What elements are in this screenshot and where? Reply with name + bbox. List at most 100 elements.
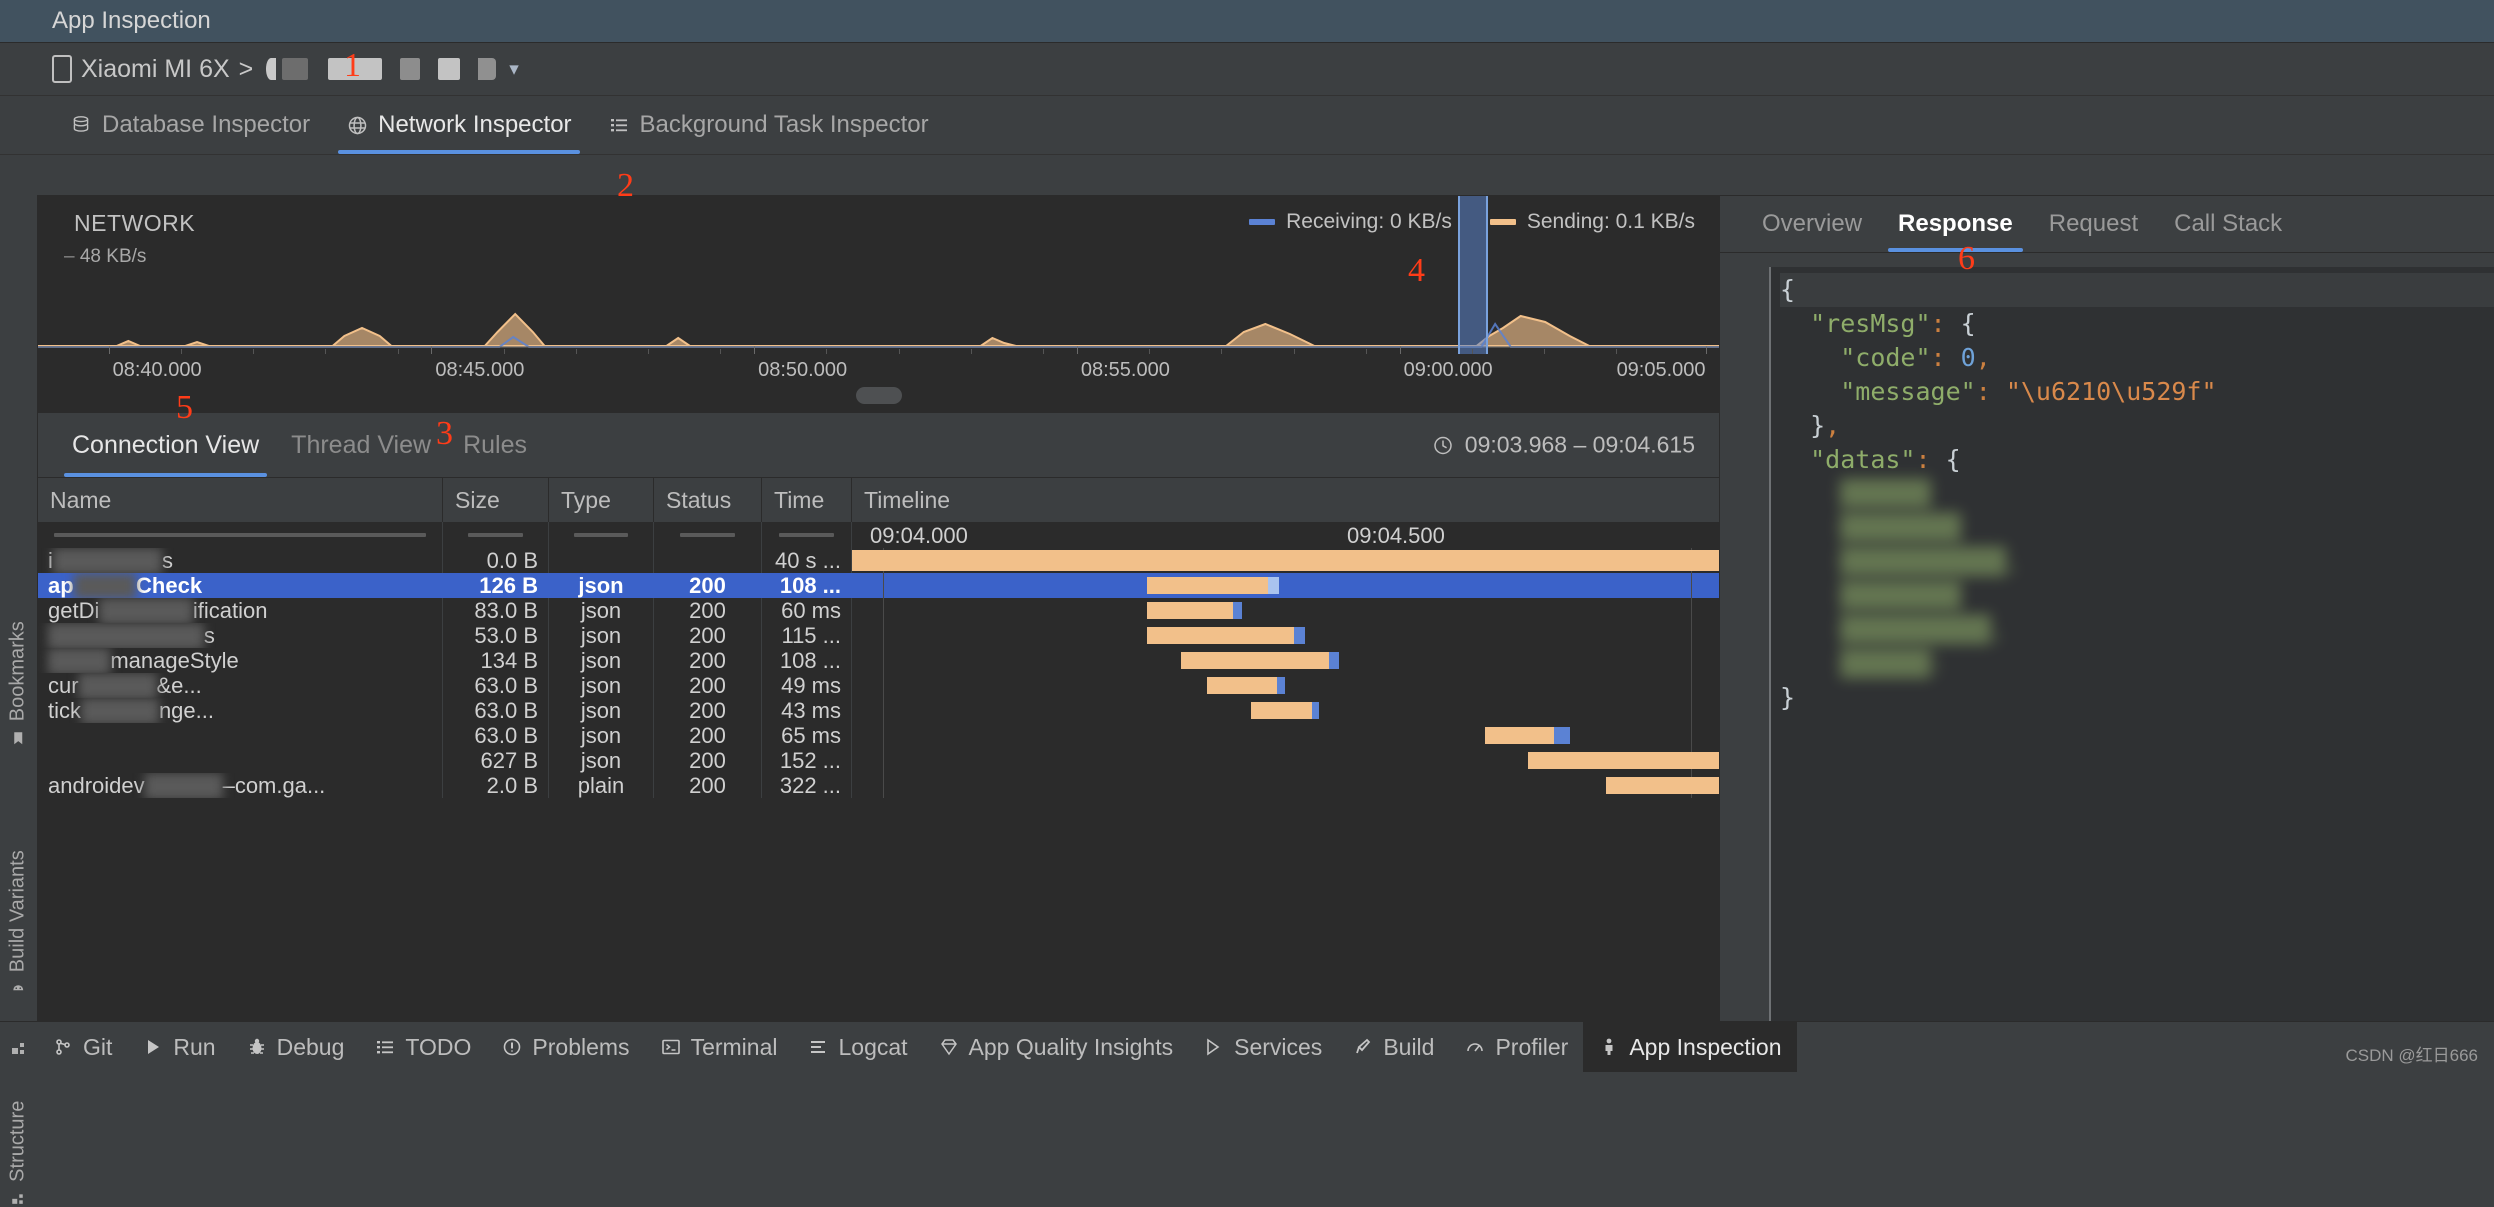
code-token: { [1780, 275, 1796, 304]
tab-call-stack[interactable]: Call Stack [2156, 196, 2300, 252]
status-bar: Git Run Debug TODO Problems Terminal Logcat App… [0, 1021, 2494, 1072]
timeline-gridline [883, 623, 885, 648]
table-row[interactable]: 63.0 Bjson 200 65 ms [38, 723, 1719, 748]
code-token: } [1810, 411, 1826, 440]
status-bar-item-debug[interactable]: Debug [231, 1022, 360, 1072]
status-bar-item-terminal[interactable]: Terminal [645, 1022, 793, 1072]
status-bar-item-profiler[interactable]: Profiler [1449, 1022, 1583, 1072]
table-row[interactable]: i ███████ s 0.0 B 40 s ... [38, 548, 1719, 573]
window-title-bar: App Inspection [0, 0, 2494, 43]
tab-network-inspector[interactable]: Network Inspector [328, 96, 589, 154]
cell-name: ████ manageStyle [38, 648, 443, 673]
timeline-gridline [883, 573, 885, 598]
column-header-timeline[interactable]: Timeline [852, 478, 1719, 522]
connection-view-tab-bar: Connection View Thread View Rules 5 3 09… [38, 389, 1719, 477]
timeline-bar-sending [1146, 627, 1295, 644]
chevron-down-icon[interactable]: ▾ [509, 58, 519, 81]
table-row[interactable]: tick █████ nge... 63.0 Bjson 200 43 ms [38, 698, 1719, 723]
table-row[interactable]: cur █████ &e... 63.0 Bjson 200 49 ms [38, 673, 1719, 698]
status-bar-item-build[interactable]: Build [1337, 1022, 1449, 1072]
tab-response-label: Response [1898, 210, 2013, 237]
column-header-type[interactable]: Type [549, 478, 654, 522]
table-filter-row: 09:04.000 09:04.500 [38, 522, 1719, 548]
timeline-bar-sending [1146, 602, 1234, 619]
code-line: }, [1780, 409, 2494, 443]
graph-resize-handle[interactable] [855, 387, 902, 404]
status-bar-item-label: Profiler [1495, 1033, 1569, 1060]
code-line: { [1780, 273, 2494, 307]
cell-size: 53.0 B [443, 623, 549, 648]
cell-time: 49 ms [762, 673, 852, 698]
table-row[interactable]: getDi ██████ ification 83.0 Bjson 200 60 ms [38, 598, 1719, 623]
status-bar-item-app-inspection[interactable]: App Inspection [1583, 1022, 1797, 1072]
response-body-editor[interactable]: { "resMsg": { "code": 0, "message": "\u6… [1720, 253, 2494, 1021]
watermark: CSDN @红日666 [2345, 1046, 2478, 1065]
status-bar-item-problems[interactable]: Problems [486, 1022, 644, 1072]
code-token: : [1930, 309, 1946, 338]
tab-connection-view[interactable]: Connection View [56, 413, 275, 477]
timeline-bar-receiving [1268, 577, 1279, 594]
x-tick-3: 08:55.000 [1080, 359, 1170, 381]
x-tick-5: 09:05.000 [1616, 359, 1706, 381]
status-bar-item-services[interactable]: Services [1188, 1022, 1337, 1072]
status-bar-item-todo[interactable]: TODO [359, 1022, 486, 1072]
editor-gutter [1744, 267, 1770, 1021]
cell-time: 40 s ... [762, 548, 852, 573]
timeline-bar-receiving [1233, 602, 1243, 619]
timeline-gridline [1691, 698, 1693, 723]
status-bar-item-label: Debug [276, 1033, 345, 1060]
cell-time: 65 ms [762, 723, 852, 748]
cell-status: 200 [654, 648, 762, 673]
tab-overview-label: Overview [1762, 210, 1863, 237]
column-header-status[interactable]: Status [654, 478, 762, 522]
column-header-time[interactable]: Time [762, 478, 852, 522]
cell-status: 200 [654, 673, 762, 698]
status-bar-item-logcat[interactable]: Logcat [792, 1022, 922, 1072]
tab-database-inspector[interactable]: Database Inspector [52, 96, 328, 154]
network-inspector-panel: NETWORK – 48 KB/s Receiving: 0 KB/s Send… [38, 196, 1719, 1021]
tab-response[interactable]: Response [1880, 196, 2031, 252]
status-bar-left-toggle[interactable] [0, 1022, 37, 1072]
column-header-size[interactable]: Size [443, 478, 549, 522]
table-row[interactable]: 627 Bjson 200 152 ... [38, 748, 1719, 773]
sidebar-item-bookmarks-label: Bookmarks [5, 621, 28, 722]
status-bar-item-run[interactable]: Run [127, 1022, 230, 1072]
tab-rules[interactable]: Rules [447, 413, 543, 477]
tab-request[interactable]: Request [2031, 196, 2156, 252]
sidebar-item-structure[interactable]: Structure [6, 1101, 32, 1207]
column-header-name[interactable]: Name [38, 478, 443, 522]
code-line: ██████: [1780, 647, 2494, 681]
code-token: : [1915, 445, 1931, 474]
code-token: : [1930, 343, 1946, 372]
sidebar-item-build-variants[interactable]: Build Variants [6, 850, 32, 997]
graph-resize-handle-bar [38, 384, 1719, 412]
status-bar-item-app-quality-insights[interactable]: App Quality Insights [923, 1022, 1189, 1072]
logcat-icon [807, 1036, 829, 1058]
annotation-6: 6 [1958, 240, 1975, 277]
device-name: Xiaomi MI 6X [81, 54, 230, 83]
table-row[interactable]: androidev █████ –com.ga... 2.0 Bplain 200 322… [38, 773, 1719, 798]
table-row[interactable]: ap ████ Check 126 Bjson 200 108 ... [38, 573, 1719, 598]
cell-name: ██████████ s [38, 623, 443, 648]
timeline-bar-sending [852, 550, 1719, 571]
code-line: "resMsg": { [1780, 307, 2494, 341]
table-row[interactable]: ██████████ s 53.0 Bjson 200 115 ... [38, 623, 1719, 648]
cell-size: 134 B [443, 648, 549, 673]
table-row[interactable]: ████ manageStyle 134 Bjson 200 108 ... [38, 648, 1719, 673]
tab-database-inspector-label: Database Inspector [102, 111, 311, 138]
status-bar-item-label: Run [173, 1033, 216, 1060]
timeline-gridline [883, 773, 885, 798]
status-bar-item-git[interactable]: Git [37, 1022, 127, 1072]
sidebar-item-bookmarks[interactable]: Bookmarks [6, 621, 32, 746]
tab-overview[interactable]: Overview [1744, 196, 1880, 252]
code-token: ██████ [1840, 479, 1931, 508]
device-selector[interactable]: Xiaomi MI 6X > ▾ [52, 55, 519, 84]
network-graph-selection-band[interactable] [1458, 196, 1488, 354]
tab-background-task-inspector[interactable]: Background Task Inspector [590, 96, 947, 154]
tab-thread-view[interactable]: Thread View [275, 413, 447, 477]
timeline-gridline [883, 698, 885, 723]
cell-timeline [852, 698, 1719, 723]
